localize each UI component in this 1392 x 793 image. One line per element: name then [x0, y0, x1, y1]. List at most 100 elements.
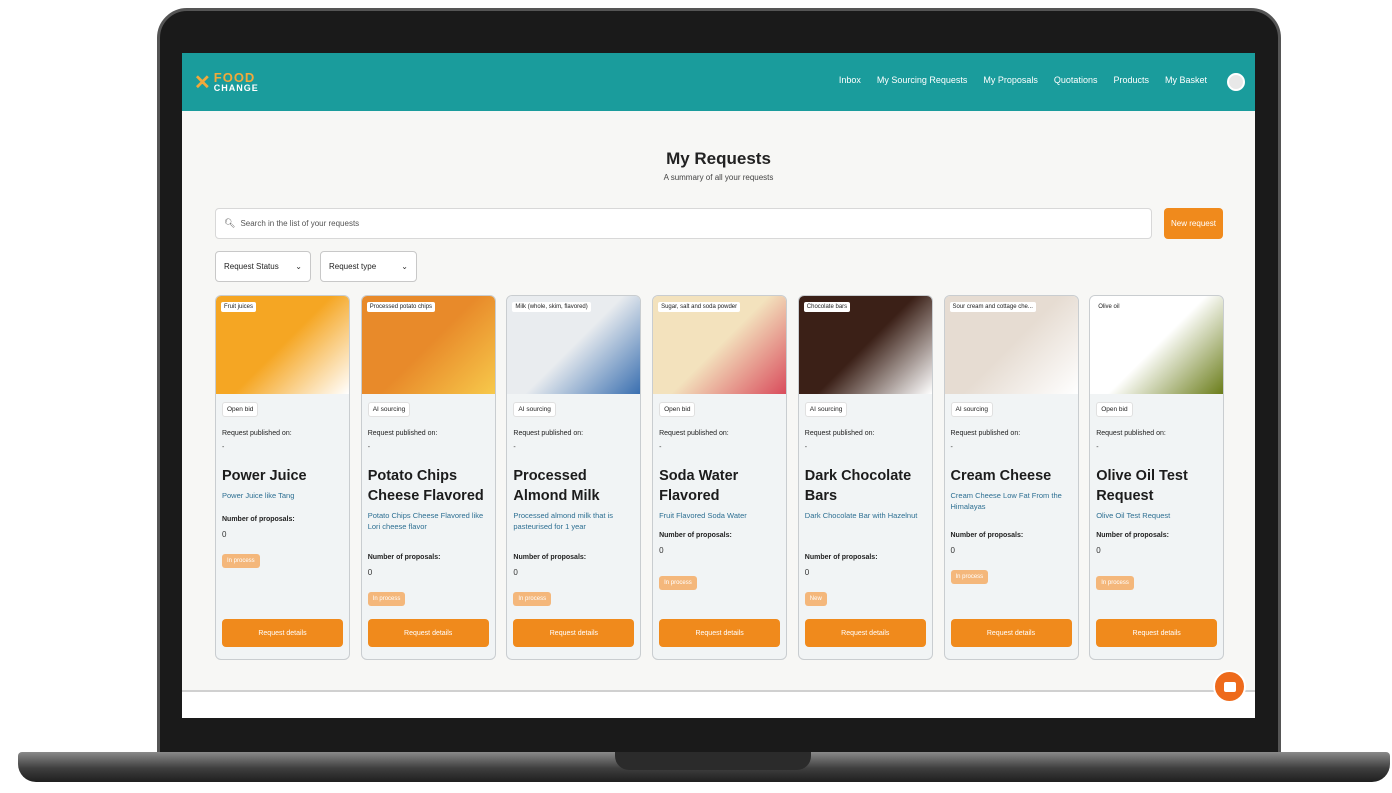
proposals-count: 0	[367, 568, 373, 577]
published-date: -	[1096, 444, 1099, 451]
user-avatar[interactable]	[1227, 73, 1245, 91]
request-title: Dark Chocolate Bars	[804, 468, 912, 504]
request-details-button[interactable]: Request details	[222, 619, 343, 647]
request-card[interactable]: Olive oil Open bid Request published on:…	[1089, 295, 1225, 660]
request-type-label: Request type	[329, 262, 377, 271]
request-description: Fruit Flavored Soda Water	[659, 511, 747, 520]
page-title: My Requests	[666, 149, 771, 168]
request-details-button[interactable]: Request details	[367, 619, 489, 647]
new-request-button[interactable]: New request	[1164, 208, 1223, 239]
request-description: Power Juice like Tang	[222, 491, 295, 500]
request-title: Potato Chips Cheese Flavored	[367, 468, 484, 504]
search-icon: 🔍︎	[224, 218, 236, 228]
status-badge: In process	[513, 592, 552, 606]
nav-link-quotations[interactable]: Quotations	[1054, 75, 1098, 85]
sourcing-type-tag: Open bid	[659, 402, 696, 417]
published-date: -	[659, 444, 662, 451]
proposals-count: 0	[222, 530, 227, 539]
published-label: Request published on:	[1096, 430, 1166, 437]
category-tag: Fruit juices	[221, 302, 257, 312]
app-screen: ✕ FOOD CHANGE Inbox My Sourcing Requests…	[182, 53, 1255, 718]
request-status-filter[interactable]: Request Status ⌄	[215, 251, 311, 282]
request-details-button[interactable]: Request details	[659, 619, 781, 647]
status-badge: New	[804, 592, 827, 606]
request-details-button[interactable]: Request details	[1096, 619, 1218, 647]
nav-link-my-basket[interactable]: My Basket	[1165, 75, 1207, 85]
request-details-button[interactable]: Request details	[513, 619, 635, 647]
logo-icon: ✕	[194, 72, 211, 94]
logo-food-text: FOOD	[213, 69, 256, 85]
request-description: Dark Chocolate Bar with Hazelnut	[804, 511, 918, 520]
published-label: Request published on:	[367, 430, 438, 437]
chevron-down-icon: ⌄	[295, 262, 302, 271]
request-card[interactable]: Sour cream and cottage che... AI sourcin…	[943, 295, 1079, 660]
search-input[interactable]	[240, 219, 1121, 228]
sourcing-type-tag: AI sourcing	[804, 402, 848, 417]
proposals-label: Number of proposals:	[659, 532, 732, 539]
category-tag: Sour cream and cottage che...	[949, 302, 1036, 312]
sourcing-type-tag: Open bid	[222, 402, 259, 417]
nav-link-my-proposals[interactable]: My Proposals	[983, 75, 1038, 85]
status-badge: In process	[1096, 576, 1134, 590]
request-title: Soda Water Flavored	[659, 468, 739, 504]
category-tag: Processed potato chips	[366, 302, 436, 312]
proposals-label: Number of proposals:	[513, 554, 587, 561]
request-description: Potato Chips Cheese Flavored like Lori c…	[367, 511, 484, 531]
search-bar: 🔍︎	[215, 208, 1152, 239]
category-tag: Chocolate bars	[803, 302, 851, 312]
published-date: -	[513, 444, 516, 451]
request-status-label: Request Status	[224, 262, 279, 271]
proposals-label: Number of proposals:	[804, 554, 878, 561]
proposals-count: 0	[950, 546, 955, 555]
status-badge: In process	[367, 592, 406, 606]
chat-icon	[1223, 681, 1236, 692]
sourcing-type-tag: AI sourcing	[367, 402, 411, 417]
proposals-count: 0	[659, 546, 664, 555]
brand-logo[interactable]: ✕ FOOD CHANGE	[194, 70, 259, 95]
laptop-notch	[615, 752, 811, 770]
proposals-label: Number of proposals:	[222, 516, 295, 523]
request-details-button[interactable]: Request details	[950, 619, 1072, 647]
status-badge: In process	[950, 570, 989, 584]
proposals-label: Number of proposals:	[1096, 532, 1169, 539]
nav-link-inbox[interactable]: Inbox	[839, 75, 861, 85]
bottom-area	[182, 692, 1255, 718]
published-label: Request published on:	[659, 430, 729, 437]
proposals-count: 0	[1096, 546, 1101, 555]
request-card[interactable]: Milk (whole, skim, flavored) AI sourcing…	[506, 295, 642, 660]
nav-link-my-sourcing-requests[interactable]: My Sourcing Requests	[877, 75, 968, 85]
status-badge: In process	[659, 576, 697, 590]
request-title: Olive Oil Test Request	[1096, 468, 1188, 504]
category-tag: Milk (whole, skim, flavored)	[512, 302, 591, 312]
request-title: Power Juice	[222, 468, 307, 484]
request-description: Olive Oil Test Request	[1096, 511, 1171, 520]
request-description: Processed almond milk that is pasteurise…	[513, 511, 614, 531]
page-subtitle: A summary of all your requests	[663, 173, 774, 182]
nav-links: Inbox My Sourcing Requests My Proposals …	[839, 75, 1207, 85]
request-card[interactable]: Chocolate bars AI sourcing Request publi…	[797, 295, 933, 660]
proposals-label: Number of proposals:	[950, 532, 1024, 539]
request-details-button[interactable]: Request details	[804, 619, 926, 647]
published-label: Request published on:	[950, 430, 1021, 437]
proposals-label: Number of proposals:	[367, 554, 441, 561]
request-title: Processed Almond Milk	[513, 468, 600, 504]
request-card[interactable]: Sugar, salt and soda powder Open bid Req…	[652, 295, 788, 660]
published-date: -	[804, 444, 808, 451]
published-label: Request published on:	[804, 430, 875, 437]
proposals-count: 0	[804, 568, 810, 577]
request-type-filter[interactable]: Request type ⌄	[320, 251, 417, 282]
sourcing-type-tag: AI sourcing	[513, 402, 556, 417]
chat-button[interactable]	[1213, 670, 1246, 703]
category-tag: Sugar, salt and soda powder	[658, 302, 741, 312]
logo-change-text: CHANGE	[213, 82, 259, 93]
sourcing-type-tag: Open bid	[1096, 402, 1133, 417]
sourcing-type-tag: AI sourcing	[950, 402, 994, 417]
request-card[interactable]: Processed potato chips AI sourcing Reque…	[360, 295, 496, 660]
chevron-down-icon: ⌄	[401, 262, 408, 271]
published-label: Request published on:	[513, 430, 584, 437]
top-navbar: ✕ FOOD CHANGE Inbox My Sourcing Requests…	[182, 53, 1255, 111]
request-card[interactable]: Fruit juices Open bid Request published …	[215, 295, 350, 660]
request-cards-list: Fruit juices Open bid Request published …	[215, 295, 1225, 660]
published-date: -	[222, 444, 225, 451]
nav-link-products[interactable]: Products	[1113, 75, 1149, 85]
